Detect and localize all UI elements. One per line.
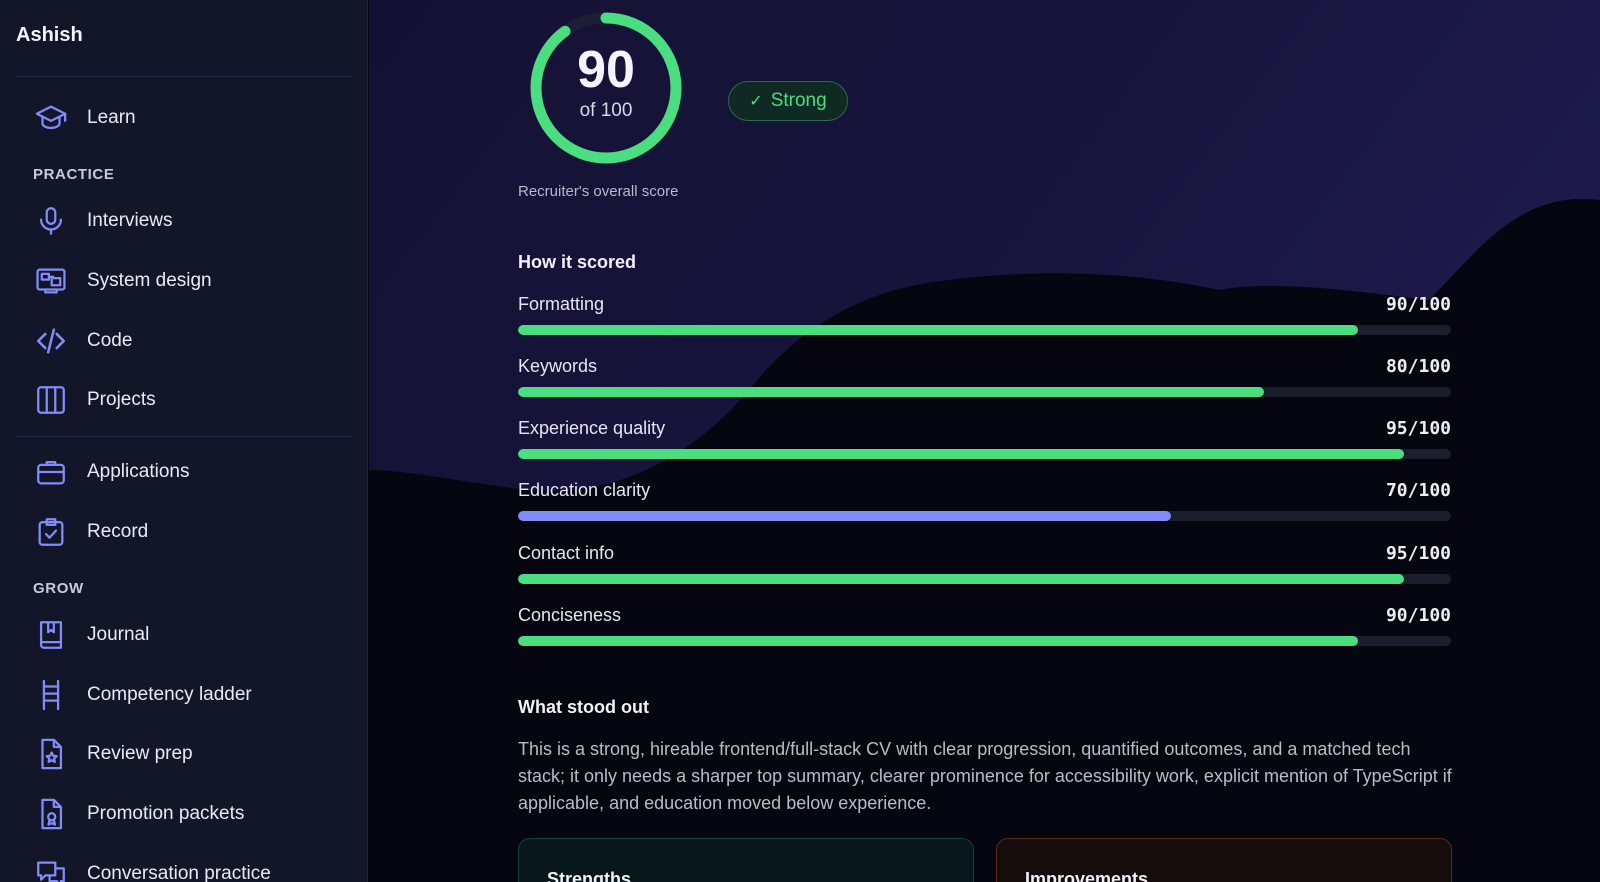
sidebar-item-label: System design	[87, 270, 212, 291]
status-badge-label: Strong	[770, 90, 827, 111]
system-design-icon	[33, 263, 69, 299]
microphone-icon	[33, 203, 69, 239]
sidebar-item-label: Learn	[87, 107, 136, 128]
score-row-value: 95/100	[1385, 418, 1451, 439]
sidebar-divider	[16, 436, 352, 437]
score-row-keywords: Keywords 80/100	[518, 356, 1451, 406]
score-report: 90 of 100 ✓ Strong Recruiter's overall s…	[369, 0, 1600, 882]
main-content: 90 of 100 ✓ Strong Recruiter's overall s…	[369, 0, 1600, 882]
sidebar-item-label: Review prep	[87, 743, 193, 764]
columns-icon	[33, 382, 69, 418]
score-row-value: 70/100	[1385, 480, 1451, 501]
sidebar-item-system-design[interactable]: System design	[16, 255, 352, 307]
code-icon	[33, 323, 69, 359]
score-bar-track	[518, 636, 1451, 646]
chat-bubbles-icon	[33, 856, 69, 882]
sidebar: Ashish Learn PRACTICE Interviews System …	[0, 0, 368, 882]
score-row-label: Education clarity	[518, 480, 651, 500]
score-row-education-clarity: Education clarity 70/100	[518, 480, 1451, 530]
score-row-conciseness: Conciseness 90/100	[518, 605, 1451, 655]
briefcase-icon	[33, 454, 69, 490]
section-label-grow: GROW	[33, 580, 84, 597]
sidebar-item-label: Applications	[87, 461, 190, 482]
score-row-value: 80/100	[1385, 356, 1451, 377]
strengths-card: Strengths	[518, 838, 974, 882]
score-bar-track	[518, 325, 1451, 335]
score-bar-track	[518, 449, 1451, 459]
sidebar-item-label: Record	[87, 521, 149, 542]
score-row-value: 90/100	[1385, 294, 1451, 315]
score-row-formatting: Formatting 90/100	[518, 294, 1451, 344]
sidebar-item-label: Promotion packets	[87, 803, 245, 824]
score-row-label: Experience quality	[518, 418, 666, 438]
sidebar-item-learn[interactable]: Learn	[16, 92, 352, 144]
score-row-value: 95/100	[1385, 543, 1451, 564]
standout-title: What stood out	[518, 697, 649, 717]
score-row-value: 90/100	[1385, 605, 1451, 626]
sidebar-item-projects[interactable]: Projects	[16, 374, 352, 426]
check-icon: ✓	[749, 93, 763, 110]
sidebar-item-record[interactable]: Record	[16, 506, 352, 558]
sidebar-item-interviews[interactable]: Interviews	[16, 195, 352, 247]
score-row-label: Formatting	[518, 294, 605, 314]
sidebar-divider	[16, 76, 352, 77]
sidebar-item-applications[interactable]: Applications	[16, 446, 352, 498]
standout-summary: This is a strong, hireable frontend/full…	[518, 739, 1452, 813]
user-name[interactable]: Ashish	[16, 24, 83, 47]
score-bar-fill	[518, 511, 1172, 521]
sidebar-item-conversation-practice[interactable]: Conversation practice	[16, 848, 352, 882]
score-bar-track	[518, 574, 1451, 584]
file-badge-icon	[33, 796, 69, 832]
status-badge: ✓ Strong	[728, 81, 848, 121]
score-bar-fill	[518, 636, 1358, 646]
sidebar-item-code[interactable]: Code	[16, 315, 352, 367]
score-bar-fill	[518, 325, 1358, 335]
improvements-card: Improvements	[996, 838, 1452, 882]
breakdown-title: How it scored	[518, 252, 637, 272]
ladder-icon	[33, 677, 69, 713]
score-bar-track	[518, 387, 1451, 397]
clipboard-check-icon	[33, 514, 69, 550]
score-bar-fill	[518, 387, 1265, 397]
sidebar-item-label: Journal	[87, 624, 150, 645]
sidebar-item-label: Conversation practice	[87, 863, 271, 882]
score-row-label: Keywords	[518, 356, 598, 376]
file-star-icon	[33, 736, 69, 772]
overall-score-caption: Recruiter's overall score	[518, 183, 679, 200]
score-bar-track	[518, 511, 1451, 521]
score-row-label: Conciseness	[518, 605, 622, 625]
score-row-contact-info: Contact info 95/100	[518, 543, 1451, 593]
journal-bookmark-icon	[33, 617, 69, 653]
overall-score-scale: of 100	[579, 100, 633, 121]
overall-score-value: 90	[577, 41, 635, 99]
sidebar-item-label: Competency ladder	[87, 684, 252, 705]
sidebar-item-label: Code	[87, 330, 133, 351]
strengths-title: Strengths	[547, 869, 632, 882]
sidebar-item-label: Interviews	[87, 210, 173, 231]
improvements-title: Improvements	[1025, 869, 1149, 882]
section-label-practice: PRACTICE	[33, 166, 115, 183]
sidebar-item-competency-ladder[interactable]: Competency ladder	[16, 669, 352, 721]
sidebar-item-review-prep[interactable]: Review prep	[16, 728, 352, 780]
score-bar-fill	[518, 449, 1405, 459]
sidebar-item-label: Projects	[87, 389, 156, 410]
sidebar-item-promotion-packets[interactable]: Promotion packets	[16, 788, 352, 840]
graduation-cap-icon	[33, 100, 69, 136]
score-bar-fill	[518, 574, 1405, 584]
score-row-experience-quality: Experience quality 95/100	[518, 418, 1451, 468]
sidebar-item-journal[interactable]: Journal	[16, 609, 352, 661]
score-row-label: Contact info	[518, 543, 615, 563]
